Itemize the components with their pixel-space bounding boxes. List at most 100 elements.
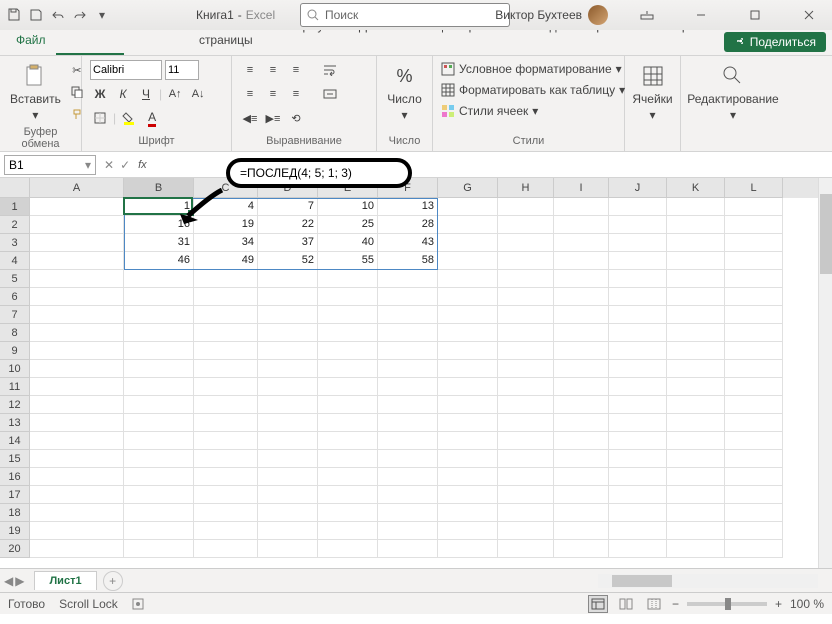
- cell[interactable]: [609, 396, 667, 414]
- font-size-select[interactable]: [165, 60, 199, 80]
- row-header[interactable]: 2: [0, 216, 30, 234]
- cell[interactable]: [194, 306, 258, 324]
- cell[interactable]: [124, 342, 194, 360]
- cell[interactable]: [667, 432, 725, 450]
- row-header[interactable]: 1: [0, 198, 30, 216]
- cell[interactable]: [438, 450, 498, 468]
- undo-icon[interactable]: [50, 7, 66, 23]
- close-button[interactable]: [786, 0, 832, 30]
- cell[interactable]: [667, 360, 725, 378]
- cell[interactable]: [438, 360, 498, 378]
- cell[interactable]: [124, 468, 194, 486]
- cell[interactable]: [30, 450, 124, 468]
- row-header[interactable]: 18: [0, 504, 30, 522]
- cell[interactable]: [667, 522, 725, 540]
- redo-icon[interactable]: [72, 7, 88, 23]
- name-box[interactable]: B1▾: [4, 155, 96, 175]
- cell[interactable]: [194, 450, 258, 468]
- share-button[interactable]: Поделиться: [724, 32, 826, 52]
- col-header[interactable]: L: [725, 178, 783, 198]
- cell[interactable]: [258, 504, 318, 522]
- col-header[interactable]: G: [438, 178, 498, 198]
- cell[interactable]: [318, 432, 378, 450]
- cell[interactable]: [554, 288, 609, 306]
- cell[interactable]: [498, 504, 554, 522]
- cell[interactable]: [30, 432, 124, 450]
- cell[interactable]: [124, 522, 194, 540]
- col-header[interactable]: J: [609, 178, 667, 198]
- cell[interactable]: [438, 324, 498, 342]
- zoom-slider[interactable]: [687, 602, 767, 606]
- cell[interactable]: [667, 216, 725, 234]
- cell[interactable]: [667, 504, 725, 522]
- cell[interactable]: [609, 288, 667, 306]
- cell[interactable]: [194, 378, 258, 396]
- cell[interactable]: [725, 288, 783, 306]
- enter-formula-icon[interactable]: ✓: [120, 158, 130, 172]
- cell[interactable]: [30, 468, 124, 486]
- cell[interactable]: [725, 504, 783, 522]
- cell[interactable]: [30, 486, 124, 504]
- cell[interactable]: [554, 378, 609, 396]
- cell[interactable]: [609, 360, 667, 378]
- spreadsheet-grid[interactable]: ABCDEFGHIJKL 123456789101112131415161718…: [0, 178, 832, 568]
- cell[interactable]: [725, 306, 783, 324]
- cell[interactable]: [30, 234, 124, 252]
- cell[interactable]: [498, 306, 554, 324]
- cell[interactable]: [124, 270, 194, 288]
- cell[interactable]: [498, 288, 554, 306]
- cell[interactable]: [30, 252, 124, 270]
- cell[interactable]: [438, 378, 498, 396]
- cell[interactable]: [258, 324, 318, 342]
- add-sheet-button[interactable]: +: [103, 571, 123, 591]
- row-header[interactable]: 6: [0, 288, 30, 306]
- cell[interactable]: [258, 306, 318, 324]
- row-header[interactable]: 16: [0, 468, 30, 486]
- cell[interactable]: [318, 522, 378, 540]
- cell[interactable]: [667, 234, 725, 252]
- cell[interactable]: [609, 198, 667, 216]
- cell[interactable]: [124, 360, 194, 378]
- cell[interactable]: [554, 450, 609, 468]
- cell[interactable]: [667, 198, 725, 216]
- zoom-in-button[interactable]: +: [775, 597, 782, 611]
- cell[interactable]: [438, 306, 498, 324]
- cell[interactable]: [498, 414, 554, 432]
- cell[interactable]: [725, 234, 783, 252]
- row-header[interactable]: 8: [0, 324, 30, 342]
- cell[interactable]: [609, 450, 667, 468]
- cell[interactable]: [554, 198, 609, 216]
- cell[interactable]: [438, 432, 498, 450]
- cell[interactable]: [30, 504, 124, 522]
- cell[interactable]: [378, 414, 438, 432]
- cell[interactable]: [554, 504, 609, 522]
- vertical-scrollbar[interactable]: [818, 178, 832, 568]
- cell[interactable]: [30, 288, 124, 306]
- cell[interactable]: [438, 288, 498, 306]
- cell[interactable]: [498, 396, 554, 414]
- cell[interactable]: [667, 486, 725, 504]
- cell[interactable]: [498, 450, 554, 468]
- cell[interactable]: [258, 360, 318, 378]
- align-right-icon[interactable]: ≡: [286, 84, 306, 104]
- cell[interactable]: [124, 486, 194, 504]
- cell[interactable]: [554, 540, 609, 558]
- cell[interactable]: [438, 252, 498, 270]
- cell[interactable]: [667, 540, 725, 558]
- row-header[interactable]: 3: [0, 234, 30, 252]
- cell[interactable]: [378, 396, 438, 414]
- cell[interactable]: [554, 432, 609, 450]
- cell[interactable]: [725, 324, 783, 342]
- cell[interactable]: [554, 270, 609, 288]
- cell[interactable]: [124, 450, 194, 468]
- view-page-layout-icon[interactable]: [616, 595, 636, 613]
- cell[interactable]: [124, 414, 194, 432]
- cell[interactable]: [124, 540, 194, 558]
- cell[interactable]: [498, 342, 554, 360]
- cell[interactable]: [30, 270, 124, 288]
- cell[interactable]: [378, 378, 438, 396]
- cell[interactable]: [498, 378, 554, 396]
- fx-icon[interactable]: fx: [138, 159, 147, 171]
- conditional-formatting-button[interactable]: Условное форматирование▾: [441, 60, 625, 78]
- cell[interactable]: [725, 396, 783, 414]
